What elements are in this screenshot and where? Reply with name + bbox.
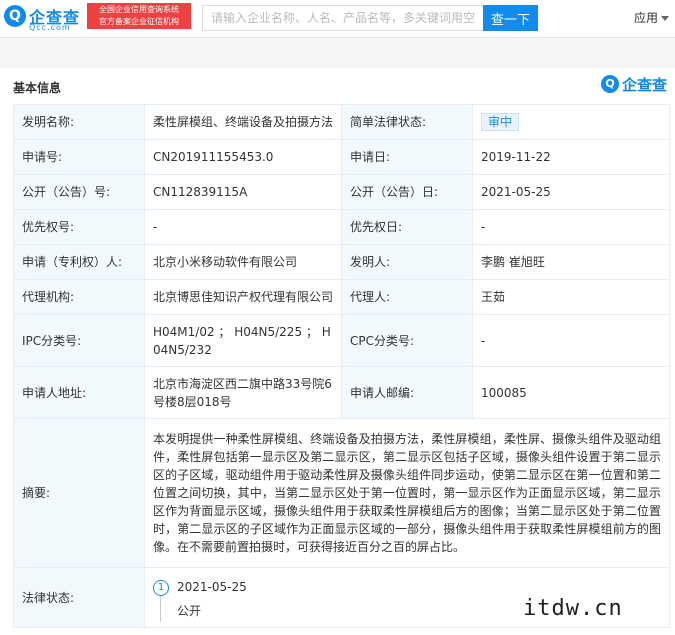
- address-label: 申请人地址:: [13, 366, 145, 419]
- watermark-name: 企查查: [622, 76, 668, 94]
- agency-link[interactable]: 北京博思佳知识产权代理有限公司: [144, 279, 342, 315]
- section-title: 基本信息: [13, 81, 62, 95]
- chevron-down-icon: [661, 16, 670, 21]
- timeline-line: [160, 595, 161, 622]
- priority-date-label: 优先权日:: [341, 209, 473, 245]
- abstract-text: 本发明提供一种柔性屏模组、终端设备及拍摄方法，柔性屏模组，柔性屏、摄像头组件及驱…: [144, 418, 670, 568]
- agent-label: 代理人:: [341, 279, 473, 315]
- law-status-label: 法律状态:: [13, 567, 145, 628]
- table-row: 申请（专利权）人: 北京小米移动软件有限公司 发明人: 李鹏 崔旭旺: [13, 244, 670, 280]
- postcode-label: 申请人邮编:: [341, 366, 473, 419]
- search-box: [202, 5, 489, 31]
- page-background-strip: [0, 38, 675, 68]
- table-row: IPC分类号: H04M1/02 ； H04N5/225 ； H04N5/232…: [13, 314, 670, 367]
- postcode-value: 100085: [472, 366, 670, 419]
- timeline-index: 1: [153, 579, 169, 596]
- cpc-label: CPC分类号:: [341, 314, 473, 367]
- application-number-value: CN201911155453.0: [144, 139, 342, 175]
- application-date-label: 申请日:: [341, 139, 473, 175]
- search-input[interactable]: [203, 6, 489, 30]
- table-row: 公开（公告）号: CN112839115A 公开（公告）日: 2021-05-2…: [13, 174, 670, 210]
- top-navigation-bar: Q 企查查 Qcc.com 全国企业信用查询系统 官方备案企业征信机构 查一下 …: [0, 0, 675, 38]
- table-row: 申请号: CN201911155453.0 申请日: 2019-11-22: [13, 139, 670, 175]
- priority-number-label: 优先权号:: [13, 209, 145, 245]
- agency-label: 代理机构:: [13, 279, 145, 315]
- qcc-watermark-icon: Q: [601, 75, 619, 93]
- applicant-link[interactable]: 北京小米移动软件有限公司: [144, 244, 342, 280]
- qcc-logo[interactable]: Q 企查查 Qcc.com: [4, 3, 84, 33]
- table-row: 代理机构: 北京博思佳知识产权代理有限公司 代理人: 王茹: [13, 279, 670, 315]
- legal-status-label: 简单法律状态:: [341, 104, 473, 140]
- apps-menu[interactable]: 应用: [634, 9, 670, 26]
- invention-name-value: 柔性屏模组、终端设备及拍摄方法: [144, 104, 342, 140]
- badge-line-1: 全国企业信用查询系统: [99, 5, 179, 14]
- application-number-label: 申请号:: [13, 139, 145, 175]
- search-button[interactable]: 查一下: [483, 5, 538, 31]
- logo-domain: Qcc.com: [29, 23, 71, 32]
- site-watermark: itdw.cn: [523, 596, 623, 621]
- official-badge[interactable]: 全国企业信用查询系统 官方备案企业征信机构: [87, 3, 191, 29]
- inventor-label: 发明人:: [341, 244, 473, 280]
- patent-info-table: 发明名称: 柔性屏模组、终端设备及拍摄方法 简单法律状态: 审中 申请号: CN…: [13, 104, 670, 628]
- applicant-label: 申请（专利权）人:: [13, 244, 145, 280]
- inventor-value: 李鹏 崔旭旺: [472, 244, 670, 280]
- publication-number-label: 公开（公告）号:: [13, 174, 145, 210]
- table-row: 摘要: 本发明提供一种柔性屏模组、终端设备及拍摄方法，柔性屏模组，柔性屏、摄像头…: [13, 418, 670, 568]
- publication-number-value: CN112839115A: [144, 174, 342, 210]
- priority-date-value: -: [472, 209, 670, 245]
- address-value: 北京市海淀区西二旗中路33号院6号楼8层018号: [144, 366, 342, 419]
- qcc-watermark: Q 企查查: [601, 74, 671, 98]
- application-date-value: 2019-11-22: [472, 139, 670, 175]
- table-row: 优先权号: - 优先权日: -: [13, 209, 670, 245]
- table-row: 申请人地址: 北京市海淀区西二旗中路33号院6号楼8层018号 申请人邮编: 1…: [13, 366, 670, 419]
- ipc-value: H04M1/02 ； H04N5/225 ； H04N5/232: [144, 314, 342, 367]
- publication-date-label: 公开（公告）日:: [341, 174, 473, 210]
- ipc-label: IPC分类号:: [13, 314, 145, 367]
- priority-number-value: -: [144, 209, 342, 245]
- agent-value: 王茹: [472, 279, 670, 315]
- apps-menu-label: 应用: [634, 11, 659, 25]
- badge-line-2: 官方备案企业征信机构: [99, 17, 179, 26]
- invention-name-label: 发明名称:: [13, 104, 145, 140]
- timeline-date: 2021-05-25: [177, 579, 247, 594]
- qcc-logo-icon: Q: [4, 5, 26, 27]
- publication-date-value: 2021-05-25: [472, 174, 670, 210]
- table-row: 发明名称: 柔性屏模组、终端设备及拍摄方法 简单法律状态: 审中: [13, 104, 670, 140]
- legal-status-badge: 审中: [481, 113, 520, 131]
- legal-status-cell: 审中: [472, 104, 670, 140]
- abstract-label: 摘要:: [13, 418, 145, 568]
- cpc-value: -: [472, 314, 670, 367]
- timeline-event: 公开: [177, 603, 202, 618]
